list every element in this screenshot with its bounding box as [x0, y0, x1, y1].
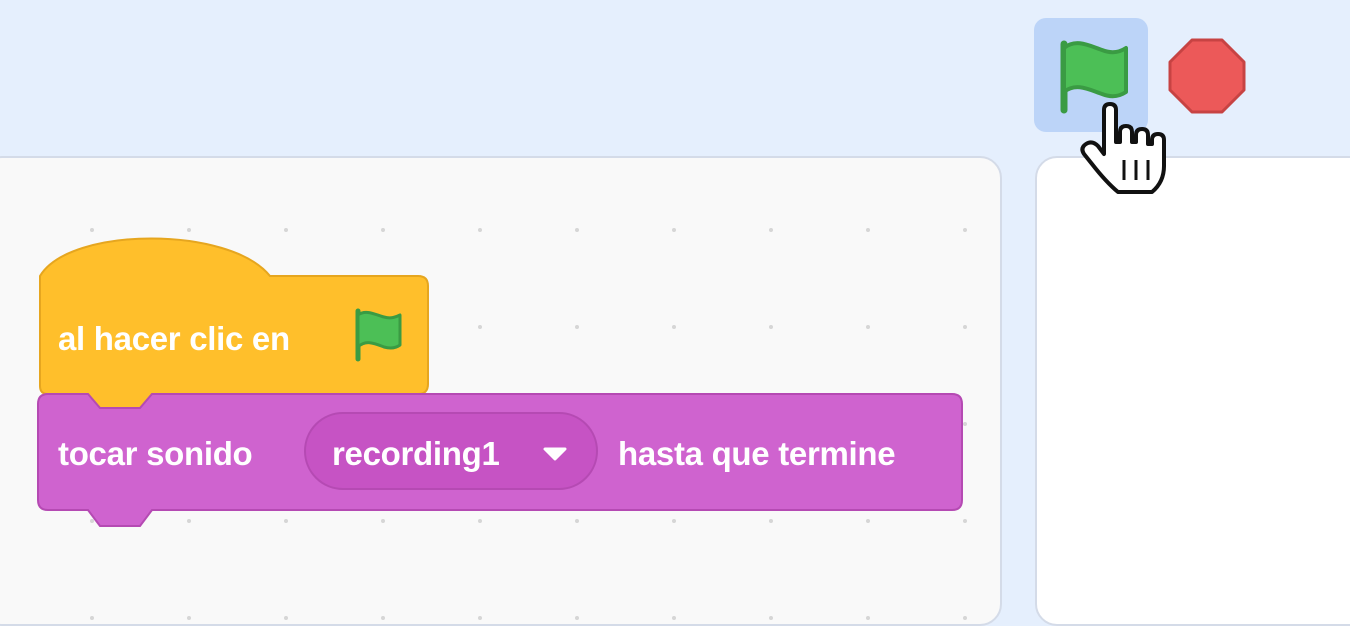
hat-block-label: al hacer clic en	[58, 320, 290, 357]
chevron-down-icon	[543, 447, 567, 461]
sound-block-label-before: tocar sonido	[58, 435, 253, 472]
grid-dot	[575, 616, 579, 620]
hand-cursor-icon	[1080, 102, 1166, 194]
grid-dot	[478, 616, 482, 620]
stop-sign-icon	[1168, 38, 1246, 114]
stage-panel[interactable]	[1035, 156, 1350, 626]
grid-dot	[866, 616, 870, 620]
grid-dot	[672, 616, 676, 620]
grid-dot	[187, 616, 191, 620]
blocks-canvas	[37, 237, 963, 527]
stop-button[interactable]	[1168, 38, 1246, 114]
sound-dropdown-value: recording1	[332, 435, 500, 472]
green-flag-icon	[355, 308, 402, 362]
grid-dot	[381, 616, 385, 620]
sound-block-label-after: hasta que termine	[618, 435, 896, 472]
grid-dot	[963, 616, 967, 620]
grid-dot	[90, 616, 94, 620]
grid-dot	[284, 616, 288, 620]
grid-dot	[769, 616, 773, 620]
